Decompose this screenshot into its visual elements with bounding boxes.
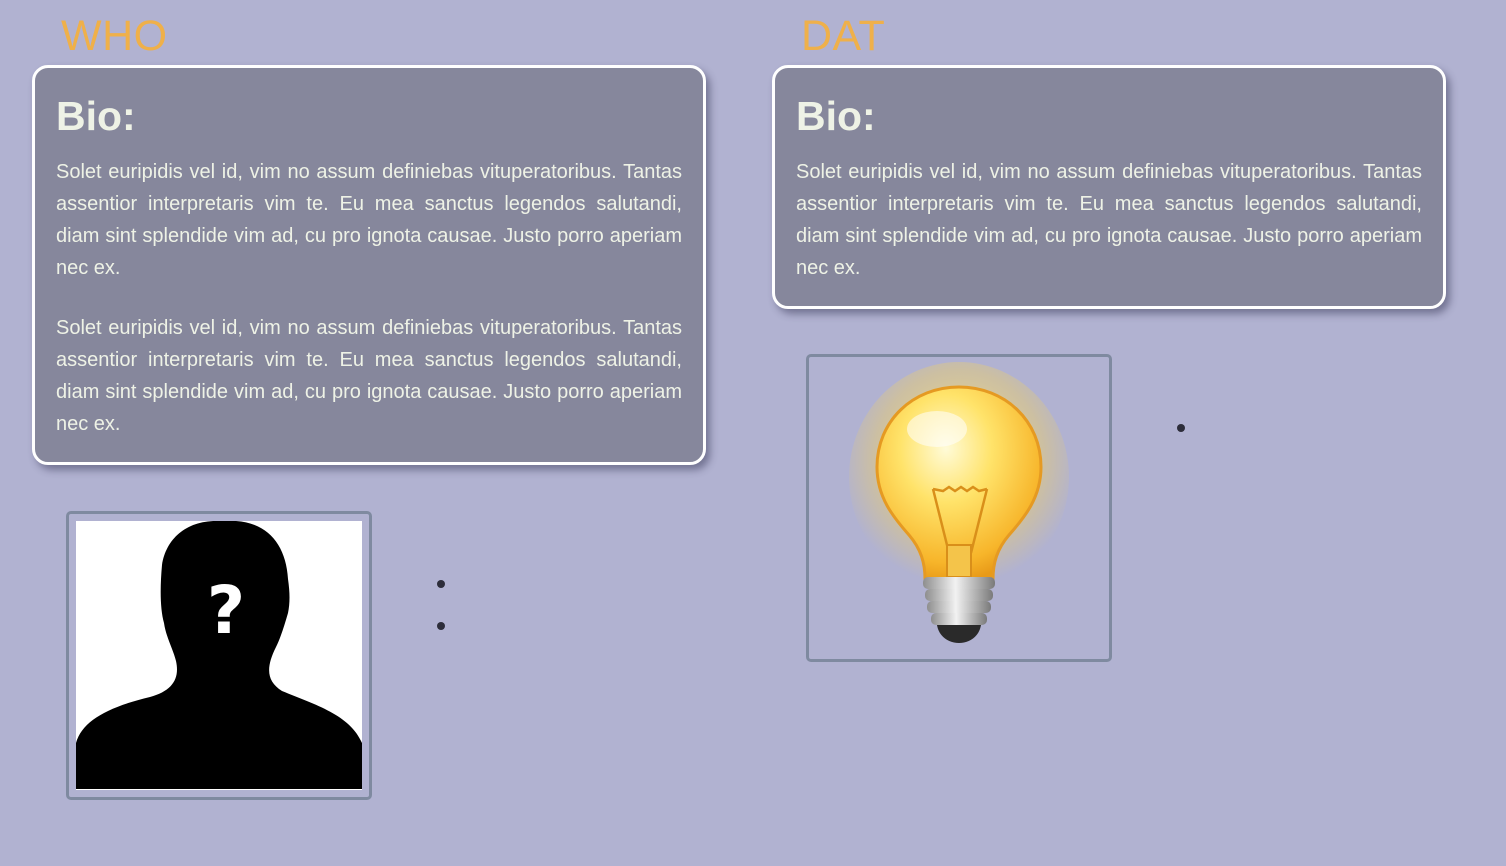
column-title: DAT: [801, 12, 886, 60]
bio-paragraph: Solet euripidis vel id, vim no assum def…: [56, 317, 682, 435]
idea-image-frame: [806, 354, 1112, 662]
bio-paragraph: Solet euripidis vel id, vim no assum def…: [56, 161, 682, 279]
question-mark-glyph: ?: [207, 572, 245, 649]
bio-heading: Bio:: [56, 93, 136, 139]
lightbulb-icon: [849, 362, 1069, 643]
unknown-person-silhouette-icon: ?: [76, 521, 362, 790]
bio-card: Bio: Solet euripidis vel id, vim no assu…: [32, 65, 706, 465]
column-title: WHO: [61, 12, 168, 60]
list-item: [1177, 424, 1185, 432]
bullet-list: [437, 580, 445, 630]
bio-paragraph: Solet euripidis vel id, vim no assum def…: [796, 161, 1422, 279]
bio-card: Bio: Solet euripidis vel id, vim no assu…: [772, 65, 1446, 309]
profile-photo-frame: ?: [66, 511, 372, 800]
bullet-list: [1177, 424, 1185, 432]
list-item: [437, 580, 445, 588]
list-item: [437, 622, 445, 630]
bio-heading: Bio:: [796, 93, 876, 139]
